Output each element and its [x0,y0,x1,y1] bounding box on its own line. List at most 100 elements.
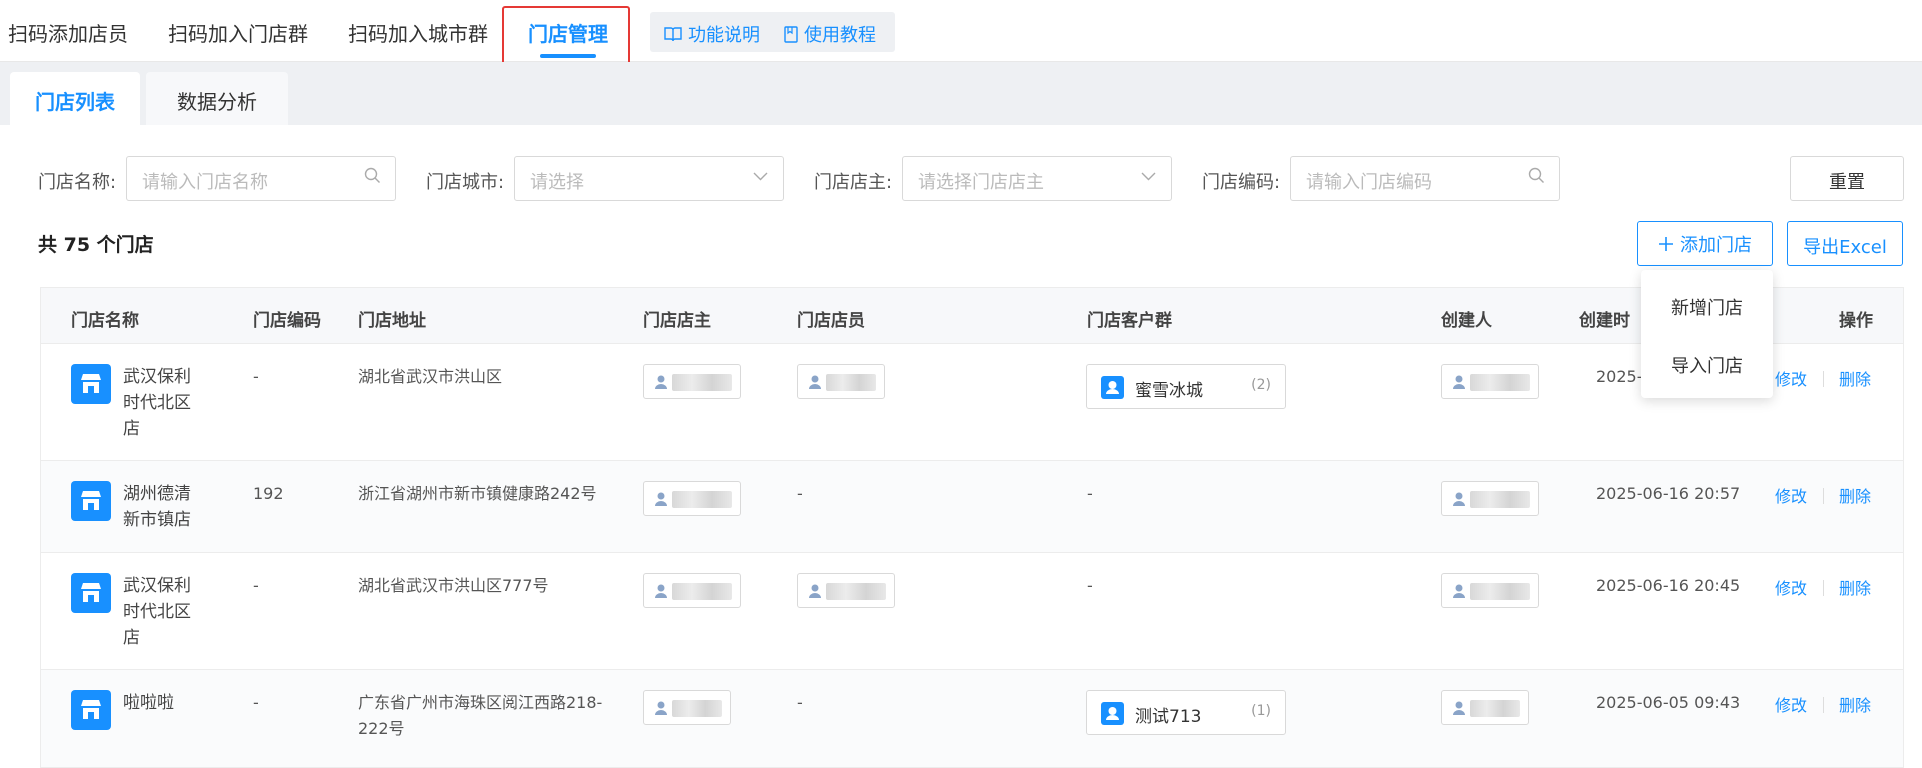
created-time: 2025-06-16 20:57 [1596,484,1741,503]
user-icon [1453,375,1465,389]
customer-group-name: 蜜雪冰城 [1135,381,1203,401]
action-divider [1823,371,1824,387]
tutorial-button[interactable]: 使用教程 [784,21,876,47]
user-icon [655,701,667,715]
store-staff: - [797,484,803,503]
delete-link[interactable]: 删除 [1839,575,1871,599]
staff-tag [797,573,895,608]
store-owner-select[interactable]: 请选择门店店主 [902,156,1172,201]
user-icon [809,584,821,598]
store-name: 武汉保利时代北区店 [123,576,191,648]
created-time: 2025-06-05 09:43 [1596,693,1741,712]
table-header: 门店名称 门店编码 门店地址 门店店主 门店店员 门店客户群 创建人 创建时 操… [41,287,1903,344]
new-store-menu-item[interactable]: 新增门店 [1641,294,1773,320]
edit-link[interactable]: 修改 [1775,366,1807,390]
tab-data-analysis[interactable]: 数据分析 [146,72,288,125]
col-actions: 操作 [1839,311,1873,331]
tab-scan-join-store-group[interactable]: 扫码加入门店群 [168,18,308,47]
store-icon [71,573,111,613]
table-row: 啦啦啦 - 广东省广州市海珠区阅江西路218-222号 - 测试713 (1) … [41,670,1903,768]
owner-tag [643,364,741,399]
staff-tag [797,364,885,399]
store-address: 湖北省武汉市洪山区777号 [358,576,549,595]
col-store-name: 门店名称 [71,311,139,331]
store-name-placeholder: 请输入门店名称 [142,172,268,193]
col-creator: 创建人 [1441,311,1492,331]
owner-tag [643,690,731,725]
delete-link[interactable]: 删除 [1839,692,1871,716]
customer-group-name: 测试713 [1135,707,1202,727]
creator-tag [1441,690,1529,725]
customer-group-tag[interactable]: 蜜雪冰城 (2) [1086,364,1286,409]
store-staff: - [797,693,803,712]
chevron-down-icon [1140,167,1157,189]
table-row: 武汉保利时代北区店 - 湖北省武汉市洪山区777号 - 2025-06-16 2… [41,553,1903,670]
store-owner-label: 门店店主: [814,172,893,193]
col-customer-group: 门店客户群 [1087,311,1172,331]
edit-link[interactable]: 修改 [1775,575,1807,599]
highlight-frame [502,6,630,70]
col-store-staff: 门店店员 [797,311,865,331]
customer-group-tag[interactable]: 测试713 (1) [1086,690,1286,735]
user-icon [1453,584,1465,598]
tutorial-label: 使用教程 [804,25,876,46]
store-address: 浙江省湖州市新市镇健康路242号 [358,484,597,503]
document-icon [784,25,798,43]
search-icon [1528,167,1545,189]
store-code-input[interactable]: 请输入门店编码 [1290,156,1560,201]
store-name-label: 门店名称: [38,172,117,193]
customer-group-count: (1) [1251,703,1271,719]
export-excel-button[interactable]: 导出Excel [1787,221,1903,266]
store-table: 门店名称 门店编码 门店地址 门店店主 门店店员 门店客户群 创建人 创建时 操… [40,287,1904,768]
action-divider [1823,580,1824,596]
sub-tab-bar: 门店列表 数据分析 [0,62,1922,125]
store-code: - [253,576,259,595]
tab-store-list[interactable]: 门店列表 [10,72,140,125]
user-icon [1453,701,1465,715]
search-icon [364,167,381,189]
col-store-address: 门店地址 [358,311,426,331]
user-icon [1453,492,1465,506]
store-code-placeholder: 请输入门店编码 [1306,172,1432,193]
plus-icon [1659,236,1673,251]
help-links: 功能说明 使用教程 [650,12,895,52]
store-name: 湖州德清新市镇店 [123,484,191,530]
created-time: 2025-06-16 20:45 [1596,576,1741,595]
user-icon [655,492,667,506]
store-name: 武汉保利时代北区店 [123,367,191,439]
owner-tag [643,573,741,608]
tab-scan-join-city-group[interactable]: 扫码加入城市群 [348,18,488,47]
store-code-label: 门店编码: [1202,172,1281,193]
feature-description-label: 功能说明 [688,25,760,46]
store-code: - [253,367,259,386]
store-name-input[interactable]: 请输入门店名称 [126,156,396,201]
store-city-label: 门店城市: [426,172,505,193]
store-code: 192 [253,484,284,503]
feature-description-button[interactable]: 功能说明 [664,21,760,47]
content-panel: 门店名称: 请输入门店名称 门店城市: 请选择 门店店主: 请选择门店店主 门店… [0,125,1922,768]
col-created-time: 创建时 [1579,311,1630,331]
store-name: 啦啦啦 [123,693,174,713]
import-store-menu-item[interactable]: 导入门店 [1641,352,1773,378]
action-divider [1823,488,1824,504]
tab-scan-add-staff[interactable]: 扫码添加店员 [8,18,128,47]
table-row: 武汉保利时代北区店 - 湖北省武汉市洪山区 蜜雪冰城 (2) 2025-0 修改… [41,344,1903,461]
customer-group: - [1087,484,1093,503]
customer-group-count: (2) [1251,377,1271,393]
store-code: - [253,693,259,712]
user-icon [809,375,821,389]
add-store-button[interactable]: 添加门店 [1637,221,1773,266]
store-city-select[interactable]: 请选择 [514,156,784,201]
col-store-code: 门店编码 [253,311,321,331]
store-city-placeholder: 请选择 [530,172,584,193]
edit-link[interactable]: 修改 [1775,692,1807,716]
delete-link[interactable]: 删除 [1839,483,1871,507]
user-icon [655,375,667,389]
owner-tag [643,481,741,516]
reset-button[interactable]: 重置 [1790,156,1904,201]
user-icon [655,584,667,598]
creator-tag [1441,573,1539,608]
delete-link[interactable]: 删除 [1839,366,1871,390]
edit-link[interactable]: 修改 [1775,483,1807,507]
action-divider [1823,697,1824,713]
